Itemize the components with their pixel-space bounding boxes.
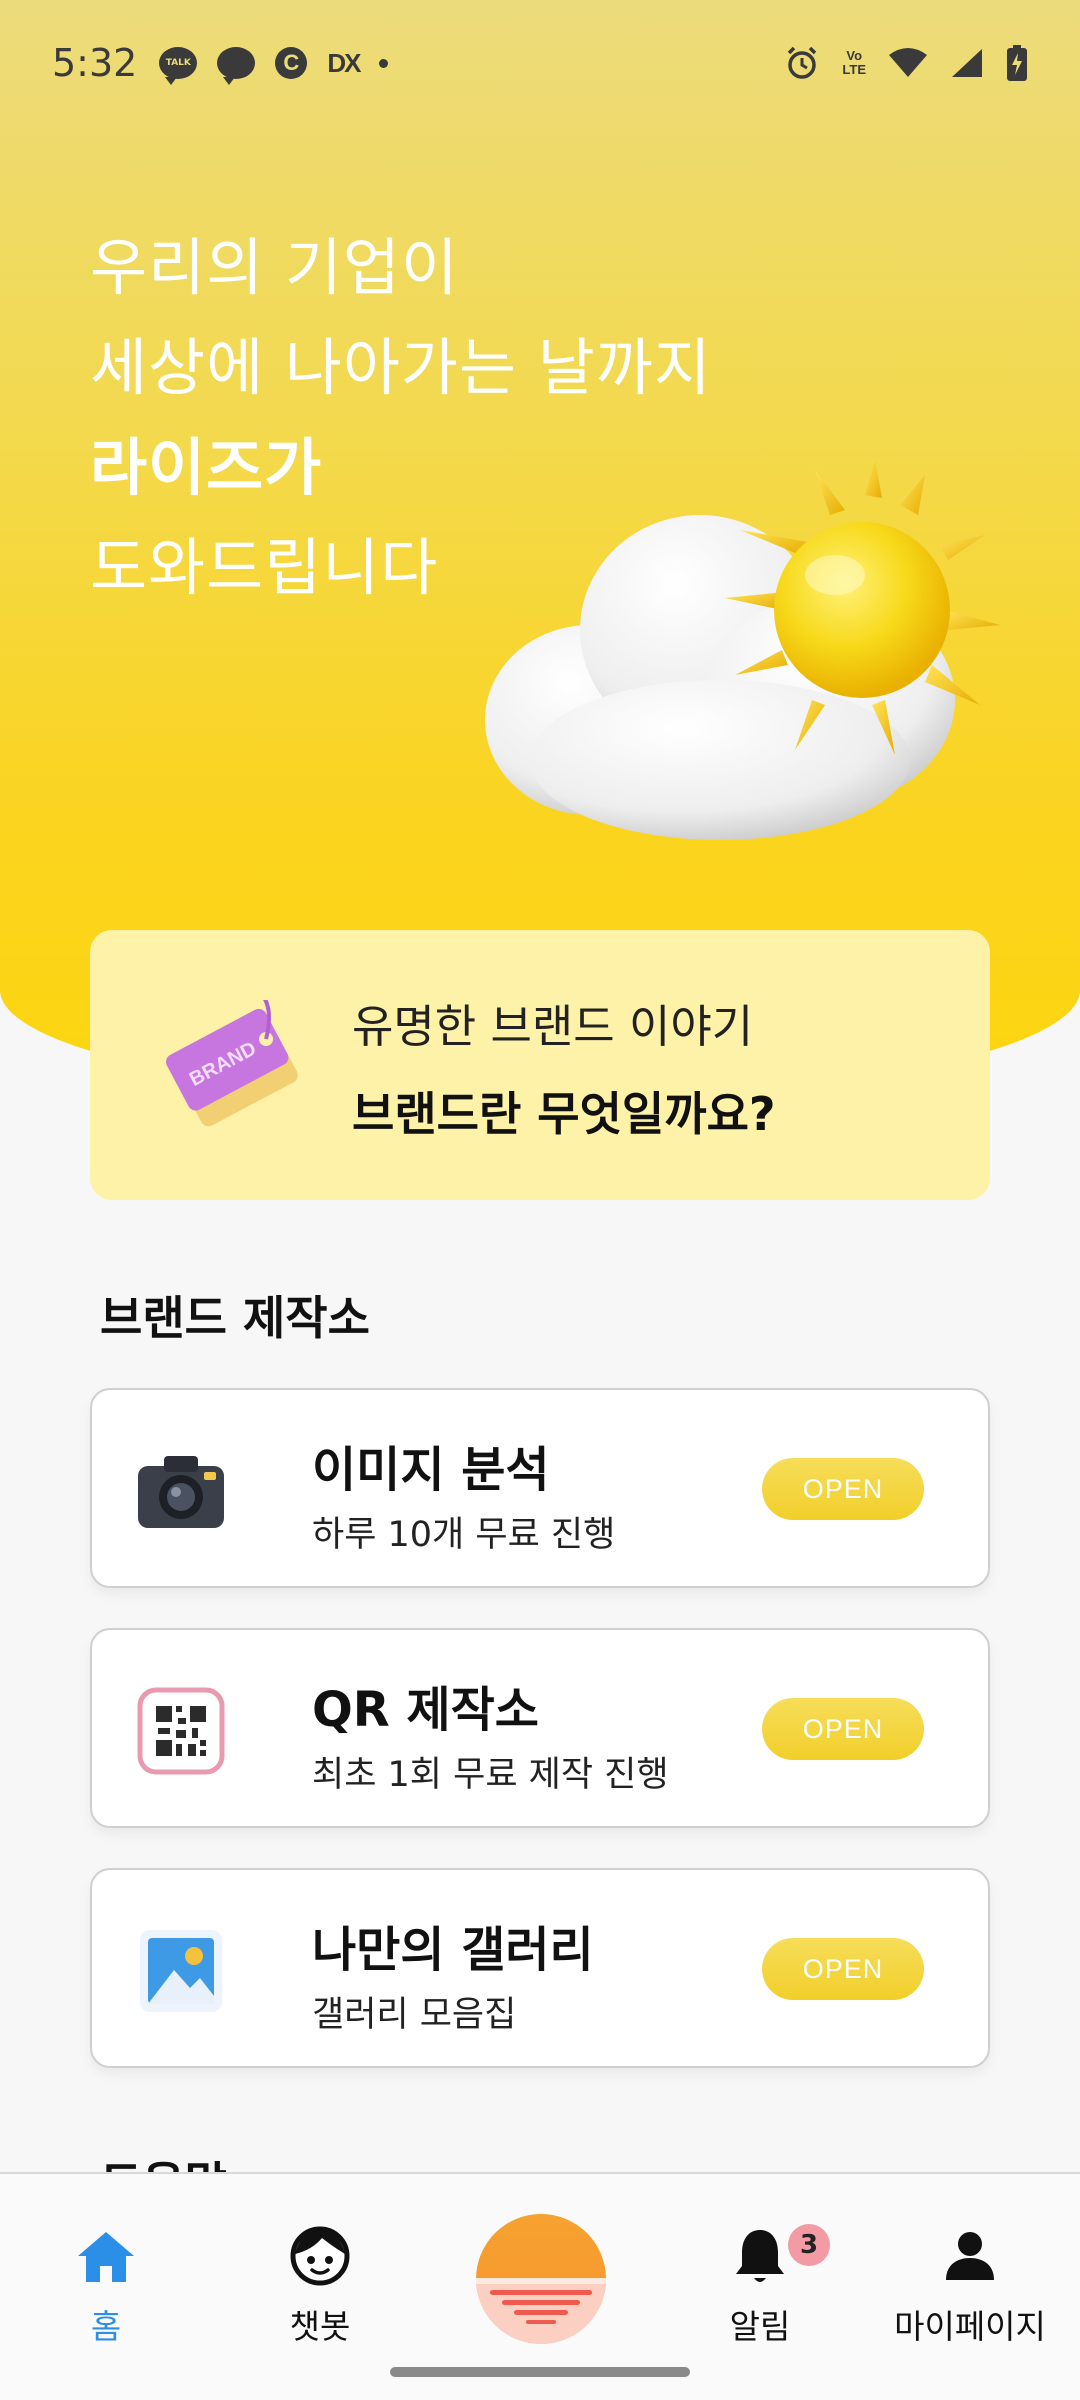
battery-charging-icon — [1007, 45, 1027, 81]
c-circle-icon: C — [275, 47, 308, 79]
nav-item-notifications[interactable]: 3 알림 — [660, 2224, 860, 2354]
nav-item-sunrise[interactable] — [476, 2214, 606, 2344]
hero-line-1: 우리의 기업이 — [90, 231, 459, 304]
card-subtitle: 최초 1회 무료 제작 진행 — [312, 1755, 669, 1795]
card-subtitle: 갤러리 모음집 — [312, 1995, 517, 2035]
talk-icon: TALK — [159, 47, 198, 85]
nav-item-mypage[interactable]: 마이페이지 — [870, 2224, 1070, 2354]
brand-banner-title: 브랜드란 무엇일까요? — [352, 1087, 776, 1141]
card-title: 이미지 분석 — [312, 1442, 550, 1498]
sun-cloud-illustration — [485, 460, 1000, 840]
section-title: 브랜드 제작소 — [100, 1291, 370, 1345]
notification-badge: 3 — [788, 2224, 830, 2266]
qr-code-icon — [137, 1687, 225, 1775]
open-my-gallery-button[interactable]: OPEN — [762, 1938, 924, 2000]
hero-line-2: 세상에 나아가는 날까지 — [90, 331, 712, 404]
card-subtitle: 하루 10개 무료 진행 — [312, 1515, 616, 1555]
brand-tag-icon: BRAND — [166, 1000, 298, 1127]
feature-card-my-gallery[interactable]: 나만의 갤러리 갤러리 모음집 OPEN — [90, 1868, 990, 2068]
nav-label-home: 홈 — [90, 2307, 122, 2346]
nav-item-home[interactable]: 홈 — [6, 2224, 206, 2354]
chatbot-face-icon — [290, 2226, 350, 2286]
wifi-icon — [889, 48, 927, 77]
chat-bubble-icon — [217, 47, 256, 85]
nav-label-chatbot: 챗봇 — [289, 2307, 351, 2346]
bell-icon — [736, 2230, 784, 2282]
open-image-analysis-button[interactable]: OPEN — [762, 1458, 924, 1520]
camera-icon — [138, 1456, 224, 1528]
home-icon — [78, 2232, 134, 2282]
person-icon — [946, 2232, 994, 2280]
status-bar: 5:32 TALK C DX Vo LTE — [0, 0, 1080, 126]
brand-story-banner[interactable]: BRAND 유명한 브랜드 이야기 브랜드란 무엇일까요? — [90, 930, 990, 1200]
bottom-nav: 홈 챗봇 3 알림 마이페이지 — [0, 2172, 1080, 2400]
gallery-icon — [140, 1930, 222, 2012]
nav-label-mypage: 마이페이지 — [894, 2307, 1046, 2346]
notification-icons: TALK C DX — [159, 47, 389, 85]
nav-item-chatbot[interactable]: 챗봇 — [220, 2224, 420, 2354]
alarm-icon — [788, 46, 817, 79]
card-title: QR 제작소 — [312, 1682, 539, 1738]
system-icons: Vo LTE — [784, 45, 1028, 81]
status-time: 5:32 — [52, 41, 138, 85]
brand-banner-subtitle: 유명한 브랜드 이야기 — [352, 1000, 754, 1053]
dot-icon — [379, 58, 389, 68]
home-indicator — [390, 2367, 690, 2377]
signal-icon — [952, 49, 982, 77]
nav-label-notifications: 알림 — [729, 2307, 791, 2346]
feature-card-qr-maker[interactable]: QR 제작소 최초 1회 무료 제작 진행 OPEN — [90, 1628, 990, 1828]
open-qr-maker-button[interactable]: OPEN — [762, 1698, 924, 1760]
card-title: 나만의 갤러리 — [312, 1922, 594, 1978]
feature-card-image-analysis[interactable]: 이미지 분석 하루 10개 무료 진행 OPEN — [90, 1388, 990, 1588]
dx-icon: DX — [327, 47, 361, 78]
volte-icon: Vo LTE — [842, 48, 866, 77]
sunrise-icon — [476, 2278, 606, 2344]
